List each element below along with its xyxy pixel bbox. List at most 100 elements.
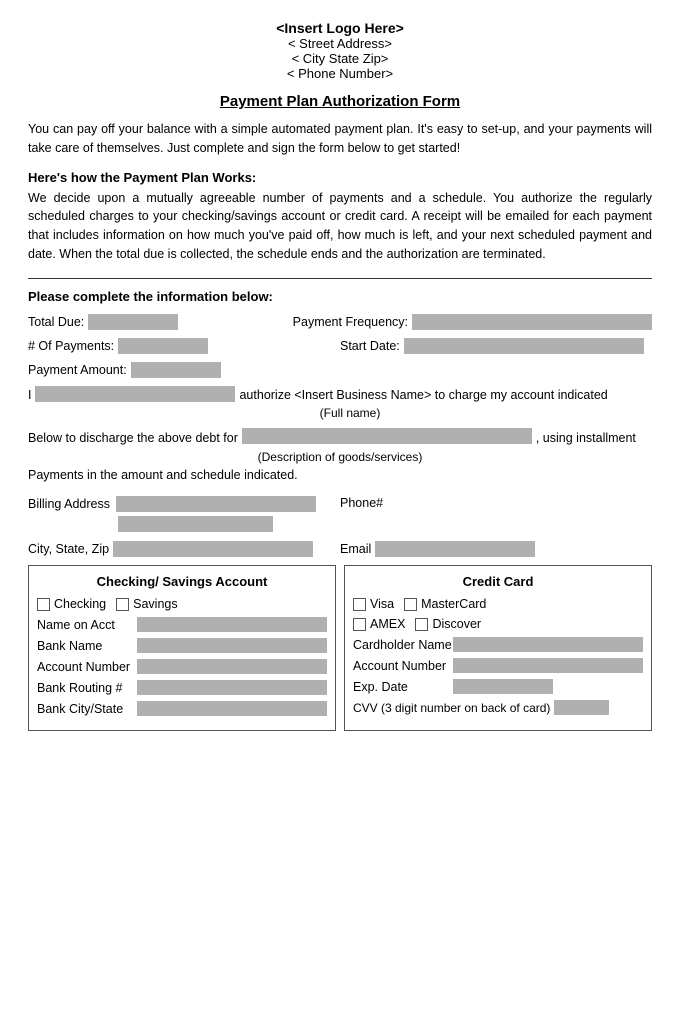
visa-label: Visa <box>370 597 394 611</box>
city-state-zip-label: City, State, Zip <box>28 542 109 556</box>
billing-address-line2-input[interactable] <box>118 516 273 532</box>
col-total-due: Total Due: <box>28 314 293 330</box>
email-input[interactable] <box>375 541 535 557</box>
payment-amount-input[interactable] <box>131 362 221 378</box>
visa-mastercard-row: Visa MasterCard <box>353 597 643 611</box>
amex-label: AMEX <box>370 617 405 631</box>
payment-form-page: <Insert Logo Here> < Street Address> < C… <box>0 0 680 1028</box>
street-address: < Street Address> <box>28 36 652 51</box>
exp-date-label: Exp. Date <box>353 680 453 694</box>
checking-section-title: Checking/ Savings Account <box>37 574 327 589</box>
form-title: Payment Plan Authorization Form <box>28 93 652 110</box>
payment-frequency-input[interactable] <box>412 314 652 330</box>
cardholder-name-label: Cardholder Name <box>353 638 453 652</box>
bank-routing-input[interactable] <box>137 680 327 695</box>
payments-text: Payments in the amount and schedule indi… <box>28 468 652 482</box>
savings-checkbox[interactable] <box>116 598 129 611</box>
account-number-row-check: Account Number <box>37 659 327 674</box>
full-name-label: (Full name) <box>48 406 652 420</box>
billing-address-col: Billing Address <box>28 496 340 535</box>
savings-label: Savings <box>133 597 177 611</box>
credit-card-section: Credit Card Visa MasterCard AMEX <box>344 565 652 731</box>
discharge-row: Below to discharge the above debt for , … <box>28 428 652 448</box>
exp-date-input[interactable] <box>453 679 553 694</box>
account-number-label-check: Account Number <box>37 660 137 674</box>
bank-routing-row: Bank Routing # <box>37 680 327 695</box>
row-payments-startdate: # Of Payments: Start Date: <box>28 338 652 354</box>
total-due-input[interactable] <box>88 314 178 330</box>
col-num-payments: # Of Payments: <box>28 338 340 354</box>
billing-address-input[interactable] <box>116 496 316 512</box>
city-email-row: City, State, Zip Email <box>28 541 652 557</box>
checking-checkbox-item[interactable]: Checking <box>37 597 106 611</box>
payment-frequency-label: Payment Frequency: <box>293 315 408 329</box>
account-number-input-check[interactable] <box>137 659 327 674</box>
savings-checkbox-item[interactable]: Savings <box>116 597 177 611</box>
authorize-row: I authorize <Insert Business Name> to ch… <box>28 386 652 405</box>
billing-phone-row: Billing Address Phone# <box>28 496 652 535</box>
mastercard-checkbox-item[interactable]: MasterCard <box>404 597 486 611</box>
account-number-input-credit[interactable] <box>453 658 643 673</box>
discover-label: Discover <box>432 617 481 631</box>
city-state-zip-header: < City State Zip> <box>28 51 652 66</box>
num-payments-label: # Of Payments: <box>28 339 114 353</box>
bank-routing-label: Bank Routing # <box>37 681 137 695</box>
payment-amount-label: Payment Amount: <box>28 363 127 377</box>
phone-header: < Phone Number> <box>28 66 652 81</box>
col-payment-frequency: Payment Frequency: <box>293 314 652 330</box>
checking-savings-section: Checking/ Savings Account Checking Savin… <box>28 565 336 731</box>
goods-label: (Description of goods/services) <box>28 450 652 464</box>
logo-placeholder: <Insert Logo Here> <box>28 20 652 36</box>
col-start-date: Start Date: <box>340 338 652 354</box>
cardholder-name-row: Cardholder Name <box>353 637 643 652</box>
two-section: Checking/ Savings Account Checking Savin… <box>28 565 652 731</box>
discover-checkbox-item[interactable]: Discover <box>415 617 481 631</box>
bank-name-label: Bank Name <box>37 639 137 653</box>
discharge-suffix: , using installment <box>536 428 636 448</box>
mastercard-checkbox[interactable] <box>404 598 417 611</box>
cvv-label: CVV (3 digit number on back of card) <box>353 701 550 715</box>
account-number-row-credit: Account Number <box>353 658 643 673</box>
authorize-prefix: I <box>28 386 31 405</box>
amex-checkbox-item[interactable]: AMEX <box>353 617 405 631</box>
checking-checkbox[interactable] <box>37 598 50 611</box>
email-label: Email <box>340 542 371 556</box>
checking-label: Checking <box>54 597 106 611</box>
name-on-acct-row: Name on Acct <box>37 617 327 632</box>
bank-city-state-input[interactable] <box>137 701 327 716</box>
phone-label: Phone# <box>340 496 383 510</box>
city-state-zip-input[interactable] <box>113 541 313 557</box>
row-total-due-payment-frequency: Total Due: Payment Frequency: <box>28 314 652 330</box>
how-it-works-title: Here's how the Payment Plan Works: <box>28 170 652 185</box>
city-state-zip-col: City, State, Zip <box>28 541 340 557</box>
bank-city-state-label: Bank City/State <box>37 702 137 716</box>
full-name-input[interactable] <box>35 386 235 402</box>
row-payment-amount: Payment Amount: <box>28 362 652 378</box>
account-number-label-credit: Account Number <box>353 659 453 673</box>
discover-checkbox[interactable] <box>415 618 428 631</box>
visa-checkbox[interactable] <box>353 598 366 611</box>
total-due-label: Total Due: <box>28 315 84 329</box>
checking-savings-checkboxes: Checking Savings <box>37 597 327 611</box>
num-payments-input[interactable] <box>118 338 208 354</box>
authorize-suffix: authorize <Insert Business Name> to char… <box>239 386 607 405</box>
discharge-prefix: Below to discharge the above debt for <box>28 428 238 448</box>
bank-city-state-row: Bank City/State <box>37 701 327 716</box>
name-on-acct-input[interactable] <box>137 617 327 632</box>
divider <box>28 278 652 279</box>
goods-services-input[interactable] <box>242 428 532 444</box>
bank-name-input[interactable] <box>137 638 327 653</box>
complete-title: Please complete the information below: <box>28 289 652 304</box>
credit-section-title: Credit Card <box>353 574 643 589</box>
start-date-input[interactable] <box>404 338 644 354</box>
cvv-input[interactable] <box>554 700 609 715</box>
exp-date-row: Exp. Date <box>353 679 643 694</box>
mastercard-label: MasterCard <box>421 597 486 611</box>
start-date-label: Start Date: <box>340 339 400 353</box>
amex-checkbox[interactable] <box>353 618 366 631</box>
amex-discover-row: AMEX Discover <box>353 617 643 631</box>
billing-address-label: Billing Address <box>28 497 110 511</box>
visa-checkbox-item[interactable]: Visa <box>353 597 394 611</box>
cvv-row: CVV (3 digit number on back of card) <box>353 700 643 715</box>
cardholder-name-input[interactable] <box>453 637 643 652</box>
